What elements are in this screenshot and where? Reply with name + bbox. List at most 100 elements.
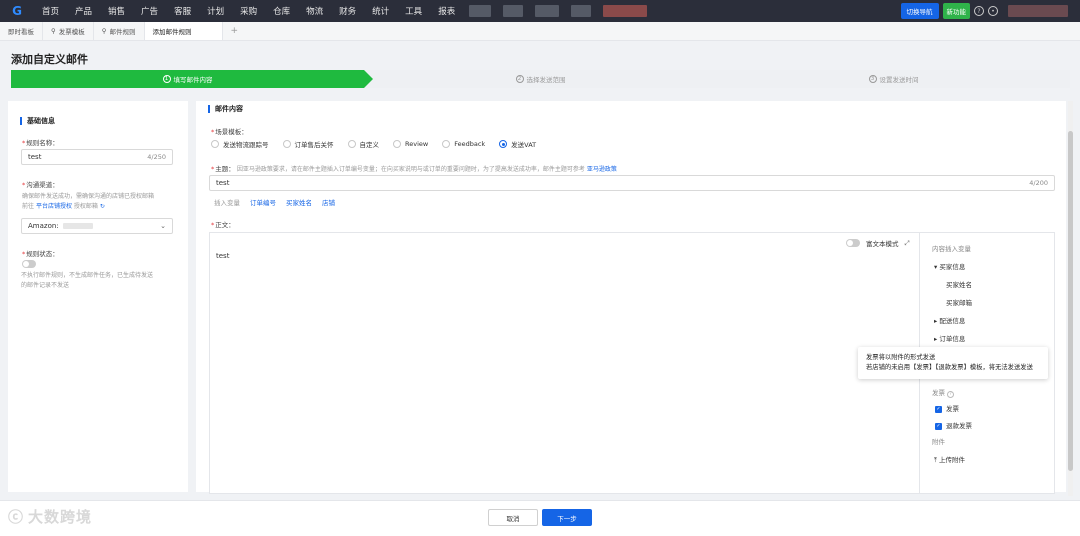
checkbox-checked-icon: ✓: [935, 422, 942, 430]
rule-status-toggle[interactable]: [22, 260, 36, 268]
tab-label: 添加邮件规则: [152, 28, 192, 36]
body-label: *正文：: [211, 221, 235, 229]
rich-text-label: 富文本模式: [866, 240, 899, 248]
step-arrow: [364, 70, 373, 88]
switch-nav-button[interactable]: 切换导航: [900, 3, 939, 19]
help-icon[interactable]: ?: [947, 390, 955, 398]
checkbox-label: 发票: [946, 405, 959, 413]
redacted-block: [469, 5, 492, 17]
refund-invoice-checkbox[interactable]: ✓ 退款发票: [935, 420, 972, 430]
buyer-group[interactable]: ▾ 买家信息: [934, 261, 965, 271]
store-auth-link[interactable]: 平台店铺授权: [36, 203, 72, 210]
nav-finance[interactable]: 财务: [331, 5, 364, 17]
insert-order-no[interactable]: 订单编号: [250, 197, 276, 207]
next-step-button[interactable]: 下一步: [542, 509, 592, 526]
radio-label: 自定义: [359, 141, 380, 149]
radio-label: 发送物流跟踪号: [223, 141, 269, 149]
tab-mail-rules[interactable]: ⚲ 邮件规则: [94, 22, 145, 40]
var-buyer-name[interactable]: 买家姓名: [946, 279, 972, 289]
radio-review[interactable]: Review: [393, 139, 428, 149]
nav-products[interactable]: 产品: [67, 5, 100, 17]
tab-dashboard[interactable]: 即时看板: [0, 22, 43, 40]
checkbox-label: 退款发票: [946, 422, 972, 430]
status-label: *规则状态：: [22, 250, 59, 258]
char-count: 4/200: [1029, 179, 1048, 187]
radio-circle: [442, 140, 451, 148]
nav-reports[interactable]: 报表: [430, 5, 463, 17]
group-label: 订单信息: [939, 335, 966, 343]
order-group[interactable]: ▸ 订单信息: [934, 333, 965, 343]
plus-icon: +: [230, 26, 239, 36]
step-1: 1 填写邮件内容: [11, 70, 373, 88]
tab-add-mail-rule[interactable]: 添加邮件规则: [144, 22, 223, 40]
redacted-block: [571, 5, 592, 17]
subject-input[interactable]: test 4/200: [209, 175, 1055, 191]
nav-ads[interactable]: 广告: [133, 5, 166, 17]
var-panel-title: 内容插入变量: [932, 245, 971, 253]
nav-stats[interactable]: 统计: [364, 5, 397, 17]
nav-service[interactable]: 客服: [166, 5, 199, 17]
channel-select[interactable]: Amazon: ⌄: [21, 218, 173, 234]
insert-variable-row: 插入变量 订单编号 买家姓名 店铺: [214, 197, 335, 207]
scrollbar-thumb[interactable]: [1068, 131, 1073, 471]
insert-buyer-name[interactable]: 买家姓名: [286, 197, 312, 207]
rich-text-toggle[interactable]: [846, 239, 860, 247]
radio-custom[interactable]: 自定义: [347, 139, 380, 149]
label-text: 主题：: [215, 165, 235, 173]
channel-hint: 确保邮件发送成功，需确保沟通的店铺已授权邮箱 前往 平台店铺授权 授权邮箱 ↻: [22, 192, 177, 212]
app-logo[interactable]: G: [0, 0, 34, 22]
main-menu: 首页 产品 销售 广告 客服 计划 采购 仓库 物流 财务 统计 工具 报表: [34, 0, 653, 22]
rule-name-input[interactable]: test 4/250: [21, 149, 173, 165]
basic-info-title: 基础信息: [20, 117, 55, 125]
var-buyer-email[interactable]: 买家邮箱: [946, 297, 972, 307]
hint-text: 授权邮箱: [73, 203, 98, 210]
help-icon[interactable]: ?: [974, 6, 984, 16]
rich-text-toggle-row: 富文本模式 ⤢: [846, 238, 910, 248]
page-scrollbar[interactable]: [1068, 101, 1073, 496]
hint-text: 前往: [22, 203, 35, 210]
wizard-steps: 1 填写邮件内容 2 选择发送范围 3 设置发送时间: [11, 70, 1070, 88]
attachment-label: 附件: [932, 438, 945, 446]
brand-watermark: ⓒ 大数跨境: [8, 506, 92, 527]
bell-icon[interactable]: •: [988, 6, 998, 16]
step-arrow: [717, 70, 726, 88]
tab-label: 即时看板: [8, 28, 34, 36]
page-title: 添加自定义邮件: [11, 53, 88, 66]
hint-line: 前往 平台店铺授权 授权邮箱 ↻: [22, 202, 177, 212]
nav-warehouse[interactable]: 仓库: [265, 5, 298, 17]
step-label: 选择发送范围: [526, 76, 566, 84]
nav-tools[interactable]: 工具: [397, 5, 430, 17]
new-feature-button[interactable]: 新功能: [942, 3, 970, 19]
step-number: 3: [868, 75, 877, 83]
cancel-button[interactable]: 取消: [488, 509, 538, 526]
radio-label: Feedback: [454, 140, 486, 148]
group-label: 配送信息: [939, 317, 966, 325]
nav-plan[interactable]: 计划: [199, 5, 232, 17]
radio-label: 发送VAT: [511, 141, 537, 149]
nav-sales[interactable]: 销售: [100, 5, 133, 17]
radio-tracking[interactable]: 发送物流跟踪号: [211, 139, 269, 149]
add-tab-button[interactable]: +: [223, 22, 247, 40]
tab-invoice-template[interactable]: ⚲ 发票模板: [43, 22, 94, 40]
radio-vat[interactable]: 发送VAT: [499, 139, 536, 149]
input-value: test: [216, 179, 230, 187]
insert-store[interactable]: 店铺: [322, 197, 335, 207]
caret-down-icon: ▾: [934, 263, 938, 271]
radio-aftersale[interactable]: 订单售后关怀: [282, 139, 334, 149]
refresh-icon[interactable]: ↻: [100, 203, 105, 210]
brand-logo-icon: ⓒ: [8, 508, 25, 526]
hint-line: 的邮件记录不发送: [21, 282, 70, 289]
nav-logistics[interactable]: 物流: [298, 5, 331, 17]
shipping-group[interactable]: ▸ 配送信息: [934, 315, 965, 325]
hint-line: 确保邮件发送成功，需确保沟通的店铺已授权邮箱: [22, 193, 155, 200]
invoice-checkbox[interactable]: ✓ 发票: [935, 403, 959, 413]
radio-feedback[interactable]: Feedback: [442, 139, 485, 149]
upload-attachment-button[interactable]: ⤒ 上传附件: [934, 454, 965, 465]
nav-home[interactable]: 首页: [34, 5, 67, 17]
subject-hint: 因亚马逊政策要求，请在邮件主题插入订单编号变量；在向买家说明与或订单的重要问题时…: [236, 166, 585, 173]
expand-icon[interactable]: ⤢: [905, 239, 910, 248]
nav-purchase[interactable]: 采购: [232, 5, 265, 17]
step-label: 填写邮件内容: [173, 76, 213, 84]
body-text: test: [216, 252, 230, 260]
amazon-policy-link[interactable]: 亚马逊政策: [587, 166, 617, 173]
